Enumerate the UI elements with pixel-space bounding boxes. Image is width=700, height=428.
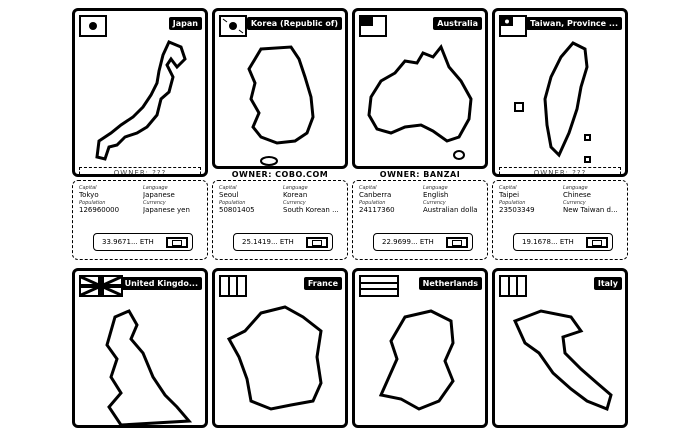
owner-label: OWNER: BANZAI (379, 170, 461, 179)
taiwan-map (514, 41, 591, 163)
france-flag-icon (219, 275, 247, 297)
price-box: 33.9671... ETH (93, 233, 193, 251)
wallet-icon[interactable] (446, 236, 468, 248)
language-value: English (423, 191, 449, 199)
country-card-netherlands[interactable]: Netherlands (352, 268, 488, 428)
left-dark-rail (0, 0, 18, 416)
australia-flag-icon (359, 15, 387, 37)
country-card-france[interactable]: France (212, 268, 348, 428)
country-name: Italy (593, 277, 622, 290)
price-amount: 25.1419... ETH (242, 238, 294, 246)
japan-flag-icon (79, 15, 107, 37)
country-info-australia: Capital Canberra Population 24117360 Lan… (352, 180, 488, 260)
country-name: Netherlands (418, 277, 482, 290)
country-name: Taiwan, Province ... (526, 17, 622, 30)
right-dark-rail (656, 0, 700, 416)
korea-map (247, 45, 315, 166)
price-box: 22.9699... ETH (373, 233, 473, 251)
language-value: Korean (283, 191, 308, 199)
currency-value: South Korean ... (283, 206, 339, 214)
language-value: Chinese (563, 191, 591, 199)
country-card-japan[interactable]: Japan OWNER: ??? (72, 8, 208, 177)
country-info-taiwan: Capital Taipei Population 23503349 Langu… (492, 180, 628, 260)
capital-value: Canberra (359, 191, 392, 199)
population-value: 24117360 (359, 206, 395, 214)
currency-value: New Taiwan d... (563, 206, 618, 214)
country-card-united-kingdom[interactable]: United Kingdo... (72, 268, 208, 428)
taiwan-flag-icon (499, 15, 527, 37)
country-name: Korea (Republic of) (246, 17, 342, 30)
owner-bar: OWNER: ??? (79, 167, 201, 174)
price-amount: 19.1678... ETH (522, 238, 574, 246)
country-info-japan: Capital Tokyo Population 126960000 Langu… (72, 180, 208, 260)
country-card-australia[interactable]: Australia (352, 8, 488, 169)
country-name: United Kingdo... (120, 277, 202, 290)
france-map (226, 305, 323, 411)
price-amount: 22.9699... ETH (382, 238, 434, 246)
price-box: 19.1678... ETH (513, 233, 613, 251)
wallet-icon[interactable] (306, 236, 328, 248)
country-card-korea[interactable]: Korea (Republic of) (212, 8, 348, 169)
wallet-icon[interactable] (586, 236, 608, 248)
country-name: Japan (168, 17, 202, 30)
language-value: Japanese (143, 191, 175, 199)
netherlands-map (378, 309, 455, 411)
country-info-korea: Capital Seoul Population 50801405 Langua… (212, 180, 348, 260)
owner-bar: OWNER: ??? (499, 167, 621, 174)
population-value: 126960000 (79, 206, 120, 214)
population-value: 23503349 (499, 206, 535, 214)
country-card-italy[interactable]: Italy (492, 268, 628, 428)
currency-value: Japanese yen (143, 206, 190, 214)
owner-label: OWNER: COBO.COM (231, 170, 329, 179)
country-card-taiwan[interactable]: Taiwan, Province ... OWNER: ??? (492, 8, 628, 177)
price-box: 25.1419... ETH (233, 233, 333, 251)
population-value: 50801405 (219, 206, 255, 214)
netherlands-flag-icon (359, 275, 399, 297)
korea-flag-icon (219, 15, 247, 37)
uk-flag-icon (79, 275, 123, 297)
currency-value: Australian dolla (423, 206, 478, 214)
capital-value: Tokyo (79, 191, 99, 199)
capital-value: Seoul (219, 191, 239, 199)
capital-value: Taipei (499, 191, 520, 199)
country-name: France (303, 277, 342, 290)
australia-map (367, 44, 473, 160)
italy-map (512, 309, 613, 412)
italy-flag-icon (499, 275, 527, 297)
wallet-icon[interactable] (166, 236, 188, 248)
price-amount: 33.9671... ETH (102, 238, 154, 246)
japan-map (95, 40, 187, 161)
country-name: Australia (433, 17, 482, 30)
united-kingdom-map (105, 309, 193, 425)
